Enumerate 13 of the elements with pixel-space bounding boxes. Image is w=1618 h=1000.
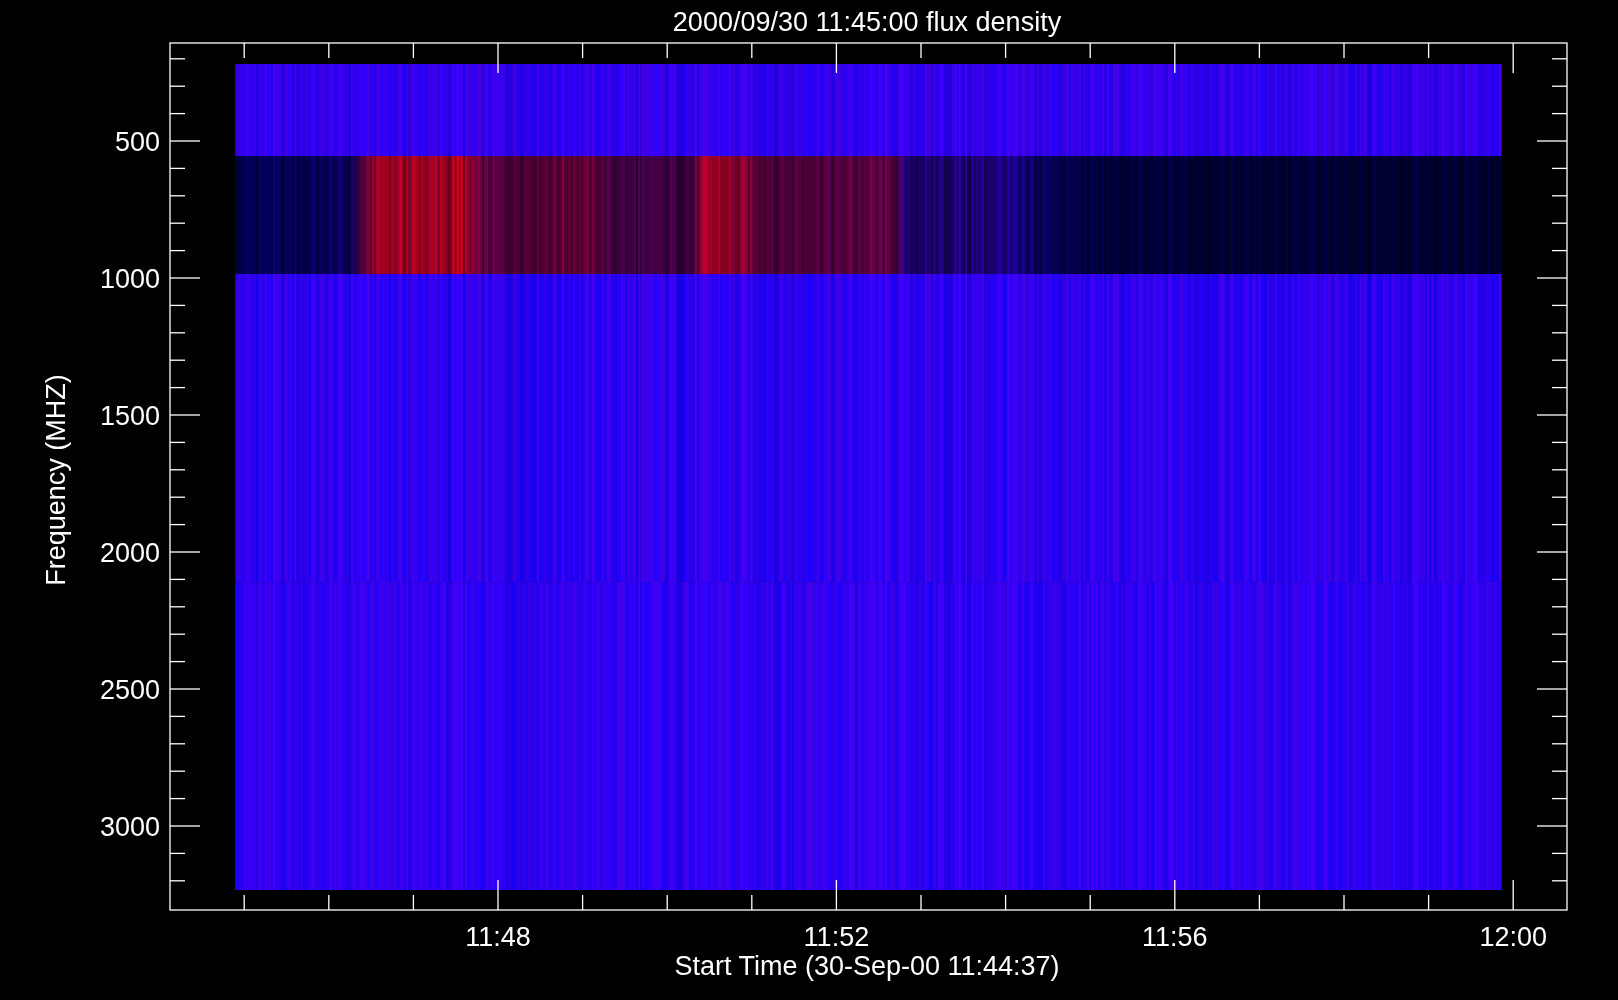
- y-tick-label: 3000: [99, 812, 160, 842]
- x-tick-label: 11:52: [803, 922, 870, 952]
- y-tick-label: 2500: [99, 675, 160, 705]
- plot-title: 2000/09/30 11:45:00 flux density: [672, 7, 1062, 37]
- x-tick-label: 12:00: [1479, 922, 1547, 952]
- x-axis-title: Start Time (30-Sep-00 11:44:37): [674, 951, 1060, 981]
- y-tick-label: 1500: [99, 401, 160, 431]
- x-tick-label: 11:56: [1142, 922, 1208, 952]
- y-tick-label: 1000: [99, 264, 160, 294]
- y-axis-title: Frequency (MHZ): [41, 374, 71, 586]
- y-tick-label: 2000: [99, 538, 160, 568]
- y-tick-label: 500: [114, 127, 160, 157]
- x-tick-label: 11:48: [465, 922, 531, 952]
